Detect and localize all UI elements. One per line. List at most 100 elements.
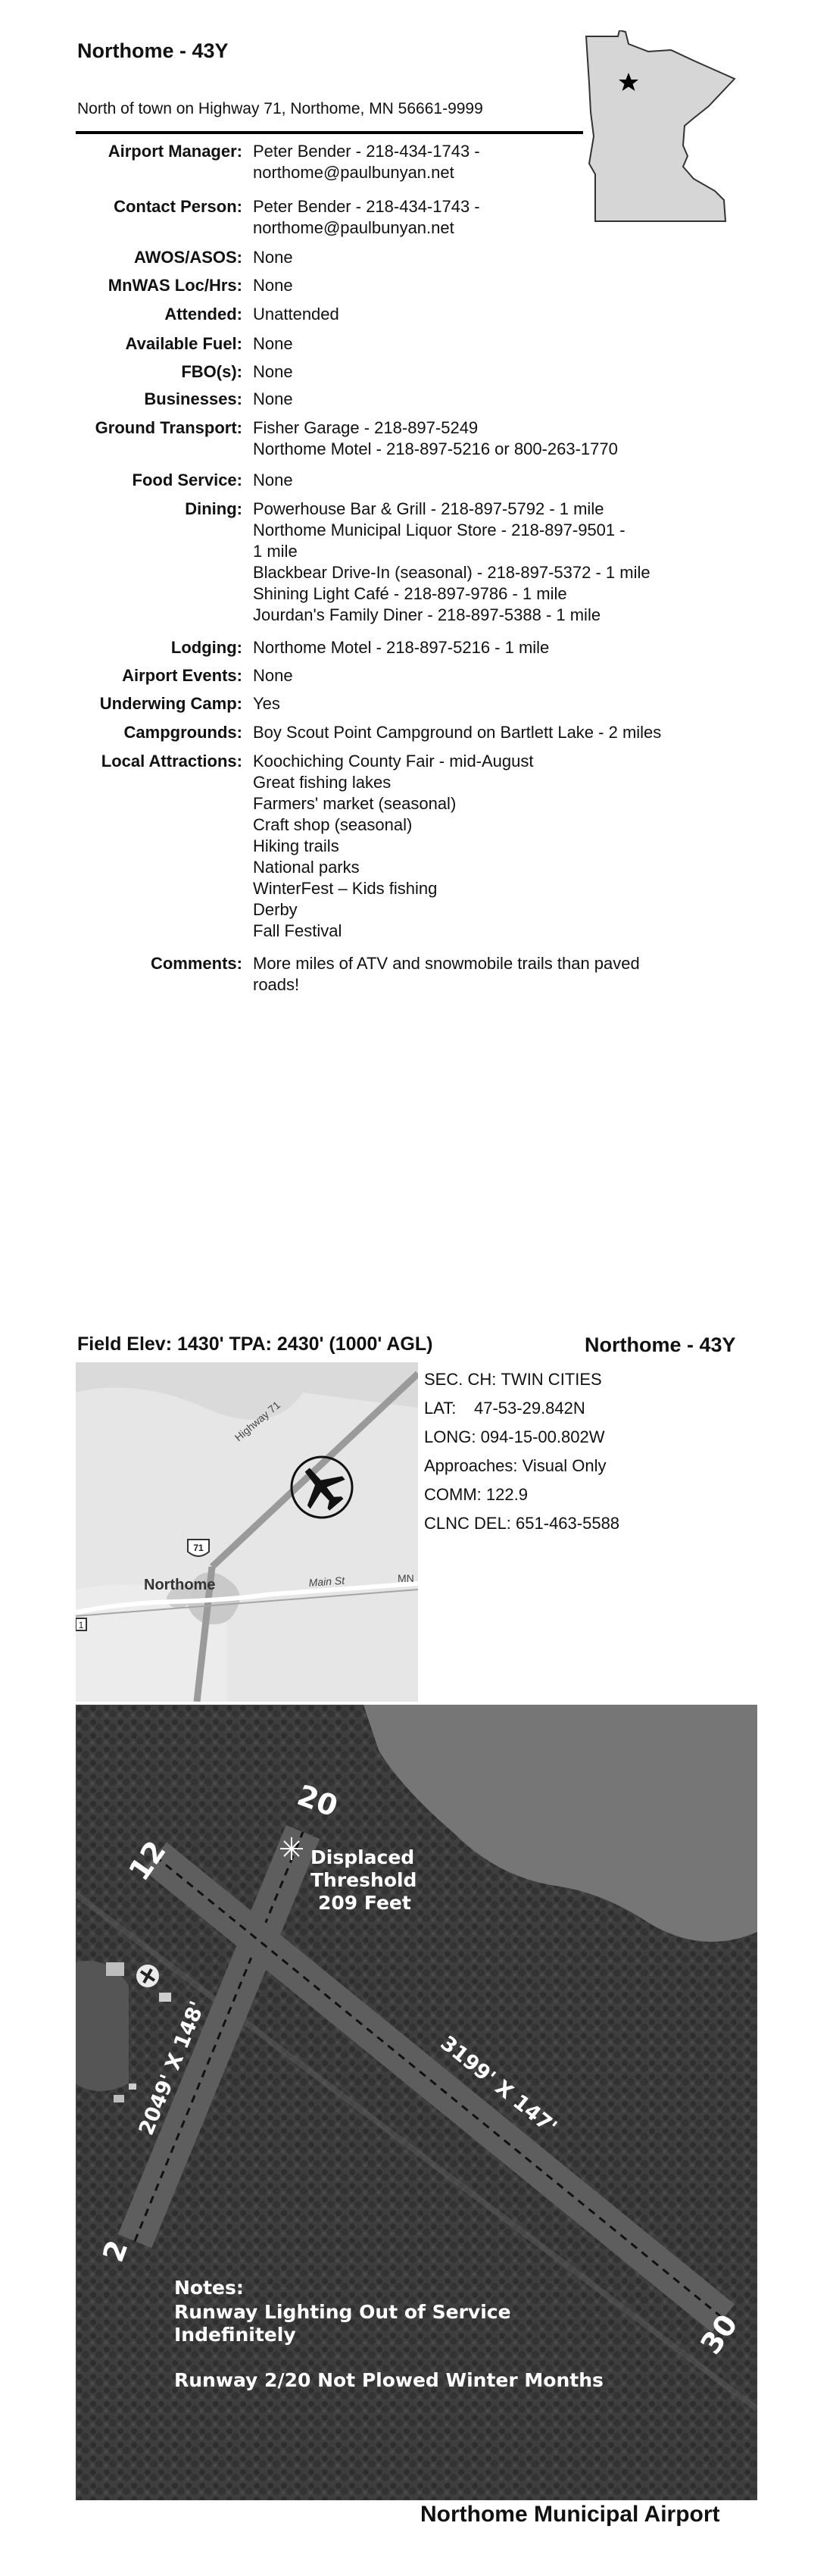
info-comm: COMM: 122.9 (424, 1485, 528, 1505)
row-label: Food Service: (132, 470, 242, 489)
airport-address: North of town on Highway 71, Northome, M… (77, 100, 483, 117)
row-line: Koochiching County Fair - mid-August (253, 752, 534, 771)
row-line: northome@paulbunyan.net (253, 218, 454, 237)
row-value: Peter Bender - 218-434-1743 - northome@p… (253, 196, 738, 239)
row-label: AWOS/ASOS: (133, 248, 242, 267)
row-value: Peter Bender - 218-434-1743 - northome@p… (253, 141, 738, 183)
highway-shield-left: 1 (76, 1618, 87, 1631)
row-line: Peter Bender - 218-434-1743 - (253, 197, 480, 216)
notes-heading: Notes: (174, 2277, 244, 2299)
info-clearance-delivery: CLNC DEL: 651-463-5588 (424, 1514, 619, 1533)
row-line: northome@paulbunyan.net (253, 163, 454, 182)
row-label: Ground Transport: (95, 418, 242, 437)
page2-title: Northome - 43Y (585, 1333, 736, 1356)
displaced-threshold-line3: 209 Feet (318, 1892, 411, 1914)
row-value: None (253, 333, 738, 355)
row-line: roads! (253, 975, 300, 994)
page-title: Northome - 43Y (77, 39, 229, 62)
row-label: Attended: (164, 305, 242, 324)
row-label: Airport Manager: (108, 142, 242, 161)
row-line: Powerhouse Bar & Grill - 218-897-5792 - … (253, 499, 604, 518)
row-line: 1 mile (253, 542, 298, 561)
row-line: Unattended (253, 305, 339, 324)
row-line: None (253, 666, 293, 685)
row-line: Peter Bender - 218-434-1743 - (253, 142, 480, 161)
row-line: None (253, 470, 293, 489)
row-label: Comments: (150, 954, 242, 973)
row-label: Underwing Camp: (99, 694, 242, 713)
row-value: None (253, 361, 738, 383)
info-value: TWIN CITIES (501, 1370, 602, 1389)
row-value: None (253, 665, 738, 686)
info-approaches: Approaches: Visual Only (424, 1456, 607, 1476)
row-line: WinterFest – Kids fishing (253, 879, 438, 898)
highway-shield-left-number: 1 (79, 1620, 84, 1630)
row-line: Hiking trails (253, 836, 339, 855)
row-value: Yes (253, 693, 738, 714)
info-longitude: LONG: 094-15-00.802W (424, 1427, 604, 1447)
row-line: Craft shop (seasonal) (253, 815, 413, 834)
row-line: Jourdan's Family Diner - 218-897-5388 - … (253, 605, 601, 624)
row-label: Lodging: (170, 638, 242, 657)
info-value: 47-53-29.842N (474, 1399, 585, 1418)
highway-shield-icon: 71 (187, 1539, 210, 1557)
row-line: Fisher Garage - 218-897-5249 (253, 418, 479, 437)
info-value: COMM: 122.9 (424, 1485, 528, 1504)
airport-caption: Northome Municipal Airport (420, 2502, 720, 2527)
header-divider (76, 131, 583, 134)
row-line: None (253, 389, 293, 408)
notes-line1: Runway Lighting Out of Service (174, 2301, 511, 2323)
displaced-threshold-line1: Displaced (310, 1846, 414, 1868)
field-elevation: Field Elev: 1430' TPA: 2430' (1000' AGL) (77, 1333, 433, 1355)
row-value: None (253, 470, 738, 491)
row-line: None (253, 276, 293, 295)
street-end-label: MN (398, 1572, 414, 1584)
row-value: Koochiching County Fair - mid-August Gre… (253, 751, 738, 942)
row-value: Northome Motel - 218-897-5216 - 1 mile (253, 637, 738, 658)
row-line: Northome Motel - 218-897-5216 or 800-263… (253, 439, 618, 458)
row-label: Local Attractions: (101, 752, 242, 771)
info-latitude: LAT: 47-53-29.842N (424, 1399, 585, 1418)
row-label: Dining: (185, 499, 242, 518)
row-value: More miles of ATV and snowmobile trails … (253, 953, 738, 996)
row-label: Campgrounds: (123, 723, 242, 742)
row-line: More miles of ATV and snowmobile trails … (253, 954, 640, 973)
location-map: Highway 71 Main St MN Northome 71 1 (76, 1362, 418, 1702)
row-value: None (253, 275, 738, 296)
row-line: Blackbear Drive-In (seasonal) - 218-897-… (253, 563, 650, 582)
info-label: SEC. CH: (424, 1370, 497, 1389)
info-value: CLNC DEL: 651-463-5588 (424, 1514, 620, 1533)
row-line: None (253, 334, 293, 353)
airport-aerial-diagram: 20 12 2 30 Displaced Threshold 209 Feet … (76, 1705, 757, 2500)
row-line: Yes (253, 694, 280, 713)
row-label: Contact Person: (114, 197, 242, 216)
info-value: Approaches: Visual Only (424, 1456, 607, 1475)
row-value: None (253, 389, 738, 410)
row-line: Derby (253, 900, 298, 919)
row-line: Boy Scout Point Campground on Bartlett L… (253, 723, 662, 742)
row-line: Northome Motel - 218-897-5216 - 1 mile (253, 638, 550, 657)
row-line: Shining Light Café - 218-897-9786 - 1 mi… (253, 584, 567, 603)
row-line: Great fishing lakes (253, 773, 392, 792)
displaced-threshold-line2: Threshold (310, 1869, 416, 1891)
row-label: FBO(s): (181, 362, 242, 381)
notes-line2: Indefinitely (174, 2324, 296, 2346)
row-value: Fisher Garage - 218-897-5249 Northome Mo… (253, 417, 738, 460)
row-label: MnWAS Loc/Hrs: (108, 276, 242, 295)
info-value: 094-15-00.802W (480, 1427, 605, 1446)
town-label: Northome (144, 1577, 215, 1593)
street-label: Main St (308, 1574, 346, 1589)
row-line: Northome Municipal Liquor Store - 218-89… (253, 521, 626, 539)
info-label: LONG: (424, 1427, 476, 1446)
row-line: None (253, 248, 293, 267)
info-label: LAT: (424, 1399, 457, 1418)
row-line: None (253, 362, 293, 381)
row-value: Powerhouse Bar & Grill - 218-897-5792 - … (253, 499, 738, 626)
notes-line3: Runway 2/20 Not Plowed Winter Months (174, 2369, 604, 2391)
row-label: Available Fuel: (125, 334, 242, 353)
row-line: Farmers' market (seasonal) (253, 794, 457, 813)
row-label: Businesses: (144, 389, 242, 408)
airport-beacon-icon (136, 1965, 159, 1987)
row-line: Fall Festival (253, 921, 342, 940)
row-value: Boy Scout Point Campground on Bartlett L… (253, 722, 738, 743)
